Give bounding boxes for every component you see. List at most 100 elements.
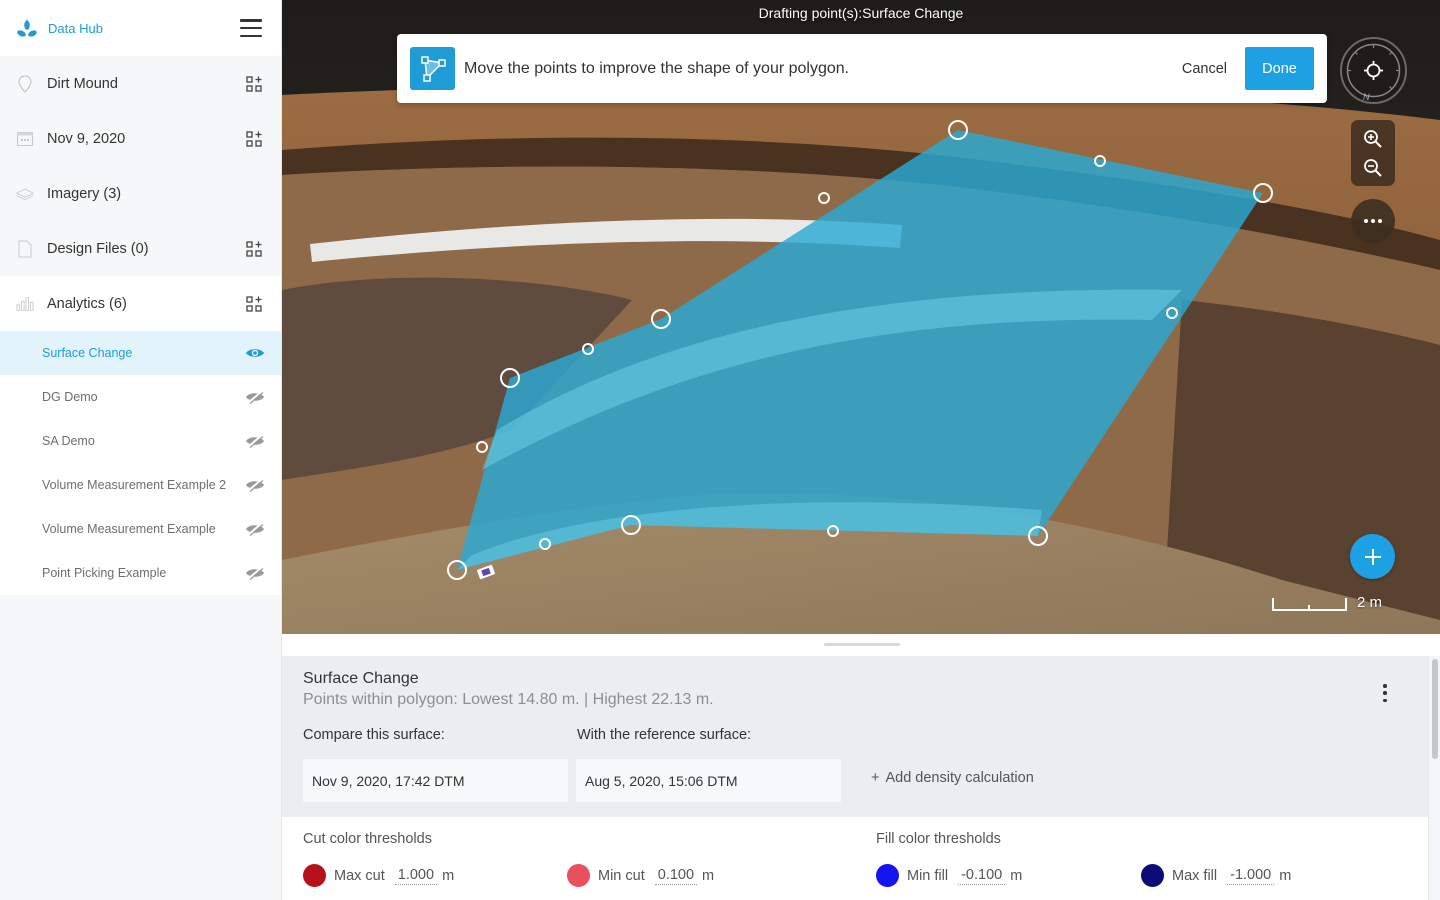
threshold-label: Min fill <box>907 867 949 884</box>
threshold-label: Max cut <box>334 867 385 884</box>
plus-icon: + <box>871 770 880 786</box>
zoom-in-button[interactable] <box>1361 127 1385 151</box>
threshold-value-input[interactable]: -1.000 <box>1227 867 1275 885</box>
threshold-min-fill: Min fill -0.100 m <box>876 864 1022 887</box>
drafting-instruction-banner: Move the points to improve the shape of … <box>397 34 1327 103</box>
threshold-label: Max fill <box>1172 867 1218 884</box>
sidebar-item-label: Analytics (6) <box>47 295 127 312</box>
threshold-max-fill: Max fill -1.000 m <box>1141 864 1291 887</box>
analytics-item-label: Volume Measurement Example 2 <box>42 478 227 492</box>
bar-chart-icon <box>16 295 34 313</box>
eye-hidden-icon[interactable] <box>245 522 265 536</box>
threshold-value-input[interactable]: -0.100 <box>958 867 1006 885</box>
plus-icon <box>1364 548 1381 565</box>
add-widget-icon[interactable] <box>246 130 262 147</box>
threshold-unit: m <box>1279 867 1292 884</box>
panel-scrollbar-thumb[interactable] <box>1432 659 1438 759</box>
analytics-item-sa-demo[interactable]: SA Demo <box>0 419 281 463</box>
reference-surface-select[interactable]: Aug 5, 2020, 15:06 DTM <box>576 759 841 802</box>
panel-resize-handle[interactable] <box>824 643 900 646</box>
location-pin-icon <box>16 74 34 93</box>
analytics-item-label: Point Picking Example <box>42 566 167 580</box>
add-widget-icon[interactable] <box>246 240 262 257</box>
analytics-item-label: DG Demo <box>42 390 98 404</box>
sidebar-item-design-files[interactable]: Design Files (0) <box>0 221 281 276</box>
reference-surface-label: With the reference surface: <box>577 727 752 743</box>
eye-hidden-icon[interactable] <box>245 390 265 404</box>
calendar-icon <box>16 130 34 148</box>
compass-control[interactable]: N <box>1340 37 1407 104</box>
eye-icon[interactable] <box>245 346 265 360</box>
add-density-calculation-link[interactable]: + Add density calculation <box>871 770 1034 786</box>
layers-icon <box>16 185 34 203</box>
threshold-unit: m <box>442 867 455 884</box>
cut-thresholds-title: Cut color thresholds <box>303 831 432 847</box>
threshold-unit: m <box>1010 867 1023 884</box>
analytics-item-volume-measurement[interactable]: Volume Measurement Example <box>0 507 281 551</box>
eye-hidden-icon[interactable] <box>245 478 265 492</box>
app-root: Data Hub Dirt Mound Nov 9, 2020 Imagery … <box>0 0 1440 900</box>
more-options-button[interactable] <box>1351 199 1395 243</box>
add-widget-icon[interactable] <box>246 295 262 312</box>
drafting-mode-title: Drafting point(s):Surface Change <box>758 5 964 21</box>
color-swatch[interactable] <box>303 864 326 887</box>
sidebar-item-imagery[interactable]: Imagery (3) <box>0 166 281 221</box>
analytics-item-surface-change[interactable]: Surface Change <box>0 331 281 375</box>
threshold-unit: m <box>702 867 715 884</box>
banner-message: Move the points to improve the shape of … <box>464 59 850 77</box>
panel-subtitle: Points within polygon: Lowest 14.80 m. |… <box>303 691 714 708</box>
zoom-out-icon <box>1364 158 1382 177</box>
panel-scrollbar[interactable] <box>1428 656 1440 900</box>
polygon-edit-icon <box>410 47 455 90</box>
analytics-item-label: Volume Measurement Example <box>42 522 216 536</box>
sidebar-item-label: Imagery (3) <box>47 185 122 202</box>
zoom-in-icon <box>1364 129 1382 148</box>
sidebar: Data Hub Dirt Mound Nov 9, 2020 Imagery … <box>0 0 282 900</box>
compass-icon: N <box>1346 43 1401 102</box>
sidebar-header: Data Hub <box>0 0 281 56</box>
threshold-label: Min cut <box>598 867 645 884</box>
threshold-max-cut: Max cut 1.000 m <box>303 864 454 887</box>
threshold-value-input[interactable]: 1.000 <box>394 867 438 885</box>
scale-label: 2 m <box>1357 594 1383 611</box>
analytics-item-dg-demo[interactable]: DG Demo <box>0 375 281 419</box>
scale-bar-graphic <box>1272 598 1347 611</box>
zoom-out-button[interactable] <box>1361 156 1385 180</box>
panel-title: Surface Change <box>303 670 419 687</box>
analytics-item-label: SA Demo <box>42 434 95 448</box>
compare-surface-select[interactable]: Nov 9, 2020, 17:42 DTM <box>303 759 568 802</box>
cancel-button[interactable]: Cancel <box>1182 61 1227 77</box>
color-swatch[interactable] <box>567 864 590 887</box>
sidebar-item-analytics[interactable]: Analytics (6) <box>0 276 281 331</box>
done-button[interactable]: Done <box>1245 47 1314 90</box>
threshold-value-input[interactable]: 0.100 <box>654 867 698 885</box>
color-swatch[interactable] <box>1141 864 1164 887</box>
data-hub-logo-icon <box>17 18 37 37</box>
map-viewport[interactable]: Drafting point(s):Surface Change Move th… <box>282 0 1440 634</box>
eye-hidden-icon[interactable] <box>245 566 265 580</box>
add-button[interactable] <box>1350 534 1395 579</box>
analytics-item-label: Surface Change <box>42 346 133 360</box>
file-icon <box>16 240 34 258</box>
fill-thresholds-title: Fill color thresholds <box>876 831 1001 847</box>
sidebar-item-site[interactable]: Dirt Mound <box>0 56 281 111</box>
sidebar-item-label: Dirt Mound <box>47 75 118 92</box>
sidebar-item-label: Design Files (0) <box>47 240 149 257</box>
threshold-min-cut: Min cut 0.100 m <box>567 864 714 887</box>
eye-hidden-icon[interactable] <box>245 434 265 448</box>
scale-bar: 2 m <box>1272 594 1382 611</box>
analytics-item-point-picking[interactable]: Point Picking Example <box>0 551 281 595</box>
hamburger-menu-icon[interactable] <box>240 19 262 37</box>
add-widget-icon[interactable] <box>246 75 262 92</box>
surface-change-card: Surface Change Points within polygon: Lo… <box>282 656 1428 817</box>
compare-surface-label: Compare this surface: <box>303 727 445 743</box>
sidebar-item-label: Nov 9, 2020 <box>47 130 126 147</box>
app-title: Data Hub <box>48 20 103 36</box>
sidebar-item-date[interactable]: Nov 9, 2020 <box>0 111 281 166</box>
analytics-item-volume-measurement-2[interactable]: Volume Measurement Example 2 <box>0 463 281 507</box>
kebab-menu-icon[interactable] <box>1380 684 1390 702</box>
add-density-label: Add density calculation <box>885 770 1034 786</box>
analysis-panel: Surface Change Points within polygon: Lo… <box>282 634 1440 900</box>
compass-north-label: N <box>1363 92 1370 102</box>
color-swatch[interactable] <box>876 864 899 887</box>
